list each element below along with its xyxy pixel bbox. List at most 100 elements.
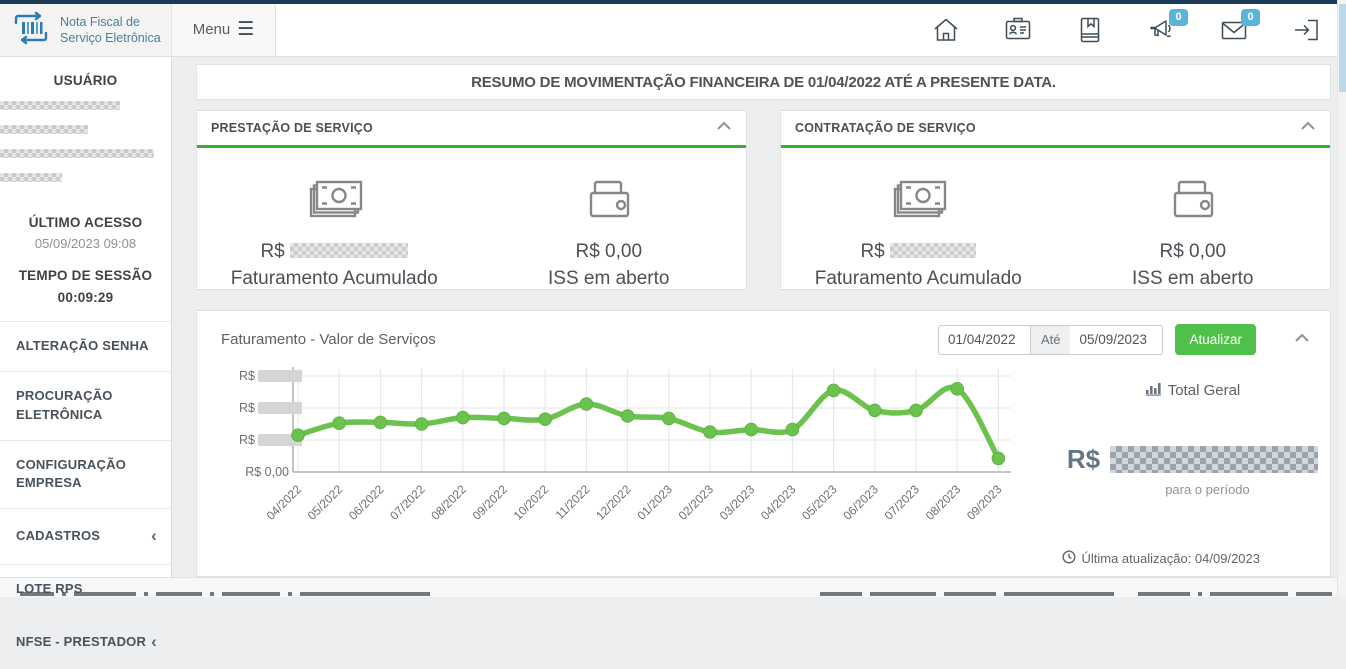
wallet-icon — [1160, 211, 1226, 228]
scrollbar-thumb[interactable] — [1339, 4, 1346, 92]
user-section-heading: USUÁRIO — [0, 73, 171, 88]
announcements-megaphone-icon[interactable]: 0 — [1147, 15, 1177, 45]
vertical-scrollbar[interactable] — [1337, 0, 1346, 597]
id-card-icon[interactable] — [1003, 15, 1033, 45]
menu-button[interactable]: Menu ☰ — [172, 0, 276, 56]
sidebar-item-cadastros[interactable]: CADASTROS‹ — [0, 508, 171, 564]
sidebar-item-label: LOTE RPS — [16, 580, 157, 599]
svg-text:07/2022: 07/2022 — [387, 482, 428, 523]
app-logo: Nota Fiscal de Serviço Eletrônica — [0, 0, 172, 56]
last-access-value: 05/09/2023 09:08 — [0, 236, 171, 251]
svg-text:04/2022: 04/2022 — [264, 482, 305, 523]
svg-text:01/2023: 01/2023 — [634, 482, 675, 523]
total-period-label: para o período — [1055, 482, 1330, 497]
redacted-value — [890, 243, 976, 258]
chevron-collapse-icon: ‹ — [151, 630, 157, 655]
footer-clipped-text — [0, 577, 1337, 597]
user-info-redacted — [0, 101, 171, 197]
faturamento-acumulado-value: R$ — [781, 241, 1056, 263]
svg-text:04/2023: 04/2023 — [758, 482, 799, 523]
sidebar-item-procura-o-eletr-nica[interactable]: PROCURAÇÃO ELETRÔNICA — [0, 371, 171, 440]
sidebar-item-label: NFSE - PRESTADOR — [16, 633, 147, 652]
panel-title: CONTRATAÇÃO DE SERVIÇO — [795, 121, 1300, 135]
main-content: RESUMO DE MOVIMENTAÇÃO FINANCEIRA DE 01/… — [172, 57, 1337, 577]
svg-text:08/2022: 08/2022 — [428, 482, 469, 523]
svg-text:03/2023: 03/2023 — [717, 482, 758, 523]
banknotes-icon — [301, 211, 367, 228]
sidebar-menu: ALTERAÇÃO SENHA PROCURAÇÃO ELETRÔNICA CONF… — [0, 321, 171, 669]
messages-badge: 0 — [1241, 9, 1260, 26]
iss-em-aberto-value: R$ 0,00 — [1056, 241, 1331, 263]
sidebar-item-altera-o-senha[interactable]: ALTERAÇÃO SENHA — [0, 321, 171, 371]
svg-text:R$ 0,00: R$ 0,00 — [245, 465, 289, 479]
svg-text:12/2022: 12/2022 — [593, 482, 634, 523]
svg-text:09/2022: 09/2022 — [470, 482, 511, 523]
financial-summary-banner: RESUMO DE MOVIMENTAÇÃO FINANCEIRA DE 01/… — [196, 64, 1331, 100]
faturamento-acumulado-value: R$ — [197, 241, 472, 263]
redacted-total-value — [1110, 446, 1318, 473]
svg-text:09/2023: 09/2023 — [964, 482, 1005, 523]
top-accent-bar — [0, 0, 1346, 4]
bar-chart-icon — [1145, 381, 1162, 400]
barcode-logo-icon — [10, 10, 52, 51]
svg-text:11/2022: 11/2022 — [553, 482, 593, 522]
clock-icon — [1062, 550, 1076, 567]
sidebar: USUÁRIO ÚLTIMO ACESSO 05/09/2023 09:08 T… — [0, 57, 172, 577]
collapse-chevron-up-icon[interactable] — [716, 119, 732, 137]
menu-label: Menu — [193, 21, 231, 38]
total-geral-label: Total Geral — [1168, 382, 1241, 399]
hamburger-icon: ☰ — [237, 20, 254, 39]
sidebar-item-label: PROCURAÇÃO ELETRÔNICA — [16, 387, 157, 425]
panel-title: PRESTAÇÃO DE SERVIÇO — [211, 121, 716, 135]
svg-text:05/2022: 05/2022 — [305, 482, 346, 523]
sidebar-item-label: ALTERAÇÃO SENHA — [16, 337, 157, 356]
home-icon[interactable] — [931, 15, 961, 45]
last-access-heading: ÚLTIMO ACESSO — [0, 215, 171, 230]
sidebar-item-label: CONFIGURAÇÃO EMPRESA — [16, 456, 157, 494]
sidebar-item-label: CADASTROS — [16, 527, 147, 546]
chevron-collapse-icon: ‹ — [151, 524, 157, 549]
atualizar-button[interactable]: Atualizar — [1175, 324, 1256, 355]
chart-title: Faturamento - Valor de Serviços — [221, 331, 938, 348]
date-to-input[interactable] — [1070, 325, 1163, 355]
collapse-chevron-up-icon[interactable] — [1300, 119, 1316, 137]
panel-prestacao-de-servico: PRESTAÇÃO DE SERVIÇO — [196, 110, 747, 290]
banknotes-icon — [885, 211, 951, 228]
redacted-value — [290, 243, 408, 258]
faturamento-chart-panel: Faturamento - Valor de Serviços Até Atua… — [196, 310, 1331, 577]
iss-em-aberto-value: R$ 0,00 — [472, 241, 747, 263]
svg-text:R$: R$ — [239, 433, 255, 447]
iss-em-aberto-label: ISS em aberto — [472, 268, 747, 290]
messages-envelope-icon[interactable]: 0 — [1219, 15, 1249, 45]
svg-text:05/2023: 05/2023 — [799, 482, 840, 523]
iss-em-aberto-label: ISS em aberto — [1056, 268, 1331, 290]
app-header: Nota Fiscal de Serviço Eletrônica Menu ☰… — [0, 0, 1337, 57]
logout-icon[interactable] — [1291, 15, 1321, 45]
wallet-icon — [576, 211, 642, 228]
svg-text:08/2023: 08/2023 — [923, 482, 964, 523]
sidebar-item-nfse-prestador[interactable]: NFSE - PRESTADOR‹ — [0, 614, 171, 669]
svg-text:06/2022: 06/2022 — [346, 482, 387, 523]
session-value: 00:09:29 — [0, 290, 171, 305]
svg-text:R$: R$ — [239, 369, 255, 383]
session-heading: TEMPO DE SESSÃO — [0, 268, 171, 283]
sidebar-item-lote-rps[interactable]: LOTE RPS — [0, 564, 171, 614]
last-update-text: Última atualização: 04/09/2023 — [1081, 551, 1260, 566]
svg-text:06/2023: 06/2023 — [840, 482, 881, 523]
date-range-separator: Até — [1031, 325, 1071, 355]
app-title: Nota Fiscal de Serviço Eletrônica — [60, 14, 163, 47]
collapse-chevron-up-icon[interactable] — [1294, 331, 1310, 349]
sidebar-item-configura-o-empresa[interactable]: CONFIGURAÇÃO EMPRESA — [0, 440, 171, 509]
faturamento-acumulado-label: Faturamento Acumulado — [197, 268, 472, 290]
svg-text:10/2022: 10/2022 — [511, 482, 552, 523]
faturamento-line-chart: R$ 0,00R$R$R$04/202205/202206/202207/202… — [197, 359, 1055, 542]
announcements-badge: 0 — [1169, 9, 1188, 26]
faturamento-acumulado-label: Faturamento Acumulado — [781, 268, 1056, 290]
svg-text:07/2023: 07/2023 — [882, 482, 923, 523]
total-geral-value: R$ — [1055, 444, 1330, 475]
total-geral-summary: Total Geral R$ para o período — [1055, 359, 1330, 542]
last-update: Última atualização: 04/09/2023 — [1062, 550, 1260, 567]
manual-book-icon[interactable] — [1075, 15, 1105, 45]
date-from-input[interactable] — [938, 325, 1031, 355]
svg-text:02/2023: 02/2023 — [676, 482, 717, 523]
